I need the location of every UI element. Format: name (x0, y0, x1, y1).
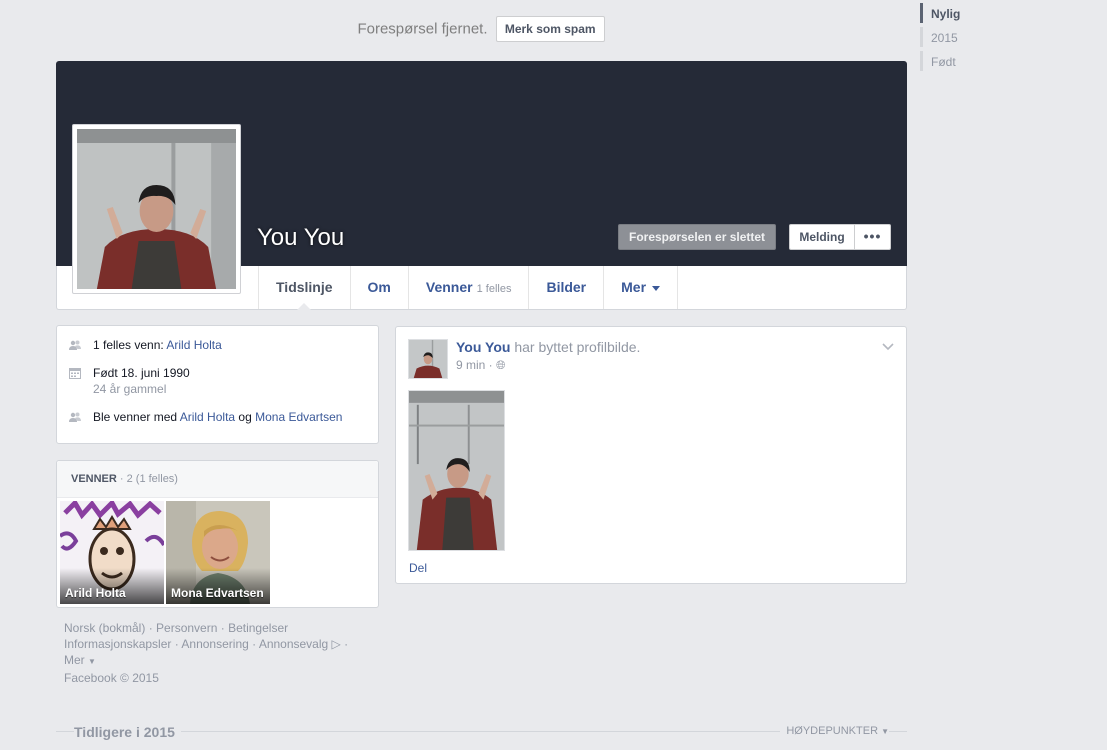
highlights-label: HØYDEPUNKTER (786, 725, 879, 737)
tab-friends-mutual-count: 1 felles (476, 283, 512, 295)
message-button[interactable]: Melding (789, 224, 855, 250)
friend-tile[interactable]: Mona Edvartsen (166, 501, 270, 604)
and-text: og (235, 410, 256, 424)
tab-more[interactable]: Mer (604, 266, 679, 309)
tab-photos[interactable]: Bilder (529, 266, 605, 309)
tab-timeline-label: Tidslinje (276, 279, 333, 295)
intro-mutual-friends: 1 felles venn: Arild Holta (69, 337, 366, 353)
friend-link-arild[interactable]: Arild Holta (180, 410, 235, 424)
notice-text: Forespørsel fjernet. (357, 20, 488, 38)
page-footer: Norsk (bokmål) · Personvern · Betingelse… (64, 620, 374, 686)
profile-photo-image (77, 129, 236, 289)
tab-timeline[interactable]: Tidslinje (259, 266, 351, 310)
tab-friends[interactable]: Venner 1 felles (409, 266, 530, 309)
post-author-avatar[interactable] (408, 339, 448, 379)
friends-count: · 2 (1 felles) (116, 473, 178, 485)
chevron-down-icon: ▼ (88, 657, 96, 666)
earlier-section-divider: Tidligere i 2015 HØYDEPUNKTER ▼ (56, 722, 907, 742)
friend-name: Arild Holta (60, 568, 164, 604)
post-timestamp[interactable]: 9 min · (456, 358, 496, 372)
more-options-button[interactable]: ••• (854, 224, 891, 250)
friend-link-mona[interactable]: Mona Edvartsen (255, 410, 342, 424)
timeline-scrubber: Nylig 2015 Født (920, 3, 1000, 75)
globe-icon: 🌐︎ (496, 358, 506, 372)
tab-about-label: Om (367, 279, 391, 295)
footer-link-terms[interactable]: Betingelser (228, 621, 288, 635)
profile-name[interactable]: You You (257, 224, 344, 252)
intro-became-friends: Ble venner med Arild Holta og Mona Edvar… (69, 409, 366, 425)
profile-picture[interactable] (72, 124, 241, 294)
friends-card-header[interactable]: VENNER · 2 (1 felles) (57, 461, 378, 498)
footer-copyright: Facebook © 2015 (64, 671, 159, 685)
ad-choices-icon: ▷ (331, 637, 341, 651)
mutual-friends-prefix: 1 felles venn: (93, 338, 167, 352)
friends-card-title: VENNER (71, 473, 117, 485)
post-action-text: har byttet profilbilde. (510, 339, 641, 355)
share-link[interactable]: Del (409, 561, 427, 575)
footer-link-advertising[interactable]: Annonsering (181, 637, 248, 651)
tab-photos-label: Bilder (546, 279, 587, 295)
earlier-in-year-label: Tidligere i 2015 (74, 724, 181, 740)
footer-link-language[interactable]: Norsk (bokmål) (64, 621, 145, 635)
footer-link-more[interactable]: Mer (64, 653, 85, 667)
calendar-icon (69, 368, 81, 379)
friends-icon (69, 340, 81, 350)
friend-name: Mona Edvartsen (166, 568, 270, 604)
birth-date: Født 18. juni 1990 (93, 366, 190, 380)
scrubber-item-2015[interactable]: 2015 (920, 27, 1000, 47)
intro-birthday: Født 18. juni 1990 24 år gammel (69, 365, 366, 397)
chevron-down-icon (652, 285, 661, 291)
intro-card: 1 felles venn: Arild Holta Født 18. juni… (56, 325, 379, 444)
chevron-down-icon: ▼ (881, 727, 889, 736)
footer-link-privacy[interactable]: Personvern (156, 621, 217, 635)
friend-tile[interactable]: Arild Holta (60, 501, 164, 604)
friends-icon (69, 412, 81, 422)
post-author-name[interactable]: You You (456, 339, 510, 355)
friends-card: VENNER · 2 (1 felles) Arild Holta Mona E… (56, 460, 379, 608)
scrubber-item-born[interactable]: Født (920, 51, 1000, 71)
age-text: 24 år gammel (93, 382, 167, 396)
request-deleted-button[interactable]: Forespørselen er slettet (618, 224, 777, 250)
footer-link-cookies[interactable]: Informasjonskapsler (64, 637, 171, 651)
mutual-friend-link[interactable]: Arild Holta (166, 338, 221, 352)
post-options-chevron-icon[interactable] (882, 341, 894, 353)
footer-link-ad-choices[interactable]: Annonsevalg (259, 637, 328, 651)
tab-more-label: Mer (621, 279, 647, 295)
became-friends-prefix: Ble venner med (93, 410, 180, 424)
post-photo[interactable] (408, 390, 505, 551)
highlights-dropdown[interactable]: HØYDEPUNKTER ▼ (780, 725, 889, 737)
tab-about[interactable]: Om (351, 266, 409, 309)
mark-as-spam-button[interactable]: Merk som spam (495, 16, 605, 42)
timeline-post: You You har byttet profilbilde. 9 min · … (395, 326, 907, 584)
request-removed-notice: Forespørsel fjernet. Merk som spam (0, 16, 962, 42)
tab-friends-label: Venner (425, 279, 473, 295)
scrubber-item-recent[interactable]: Nylig (920, 3, 1000, 23)
